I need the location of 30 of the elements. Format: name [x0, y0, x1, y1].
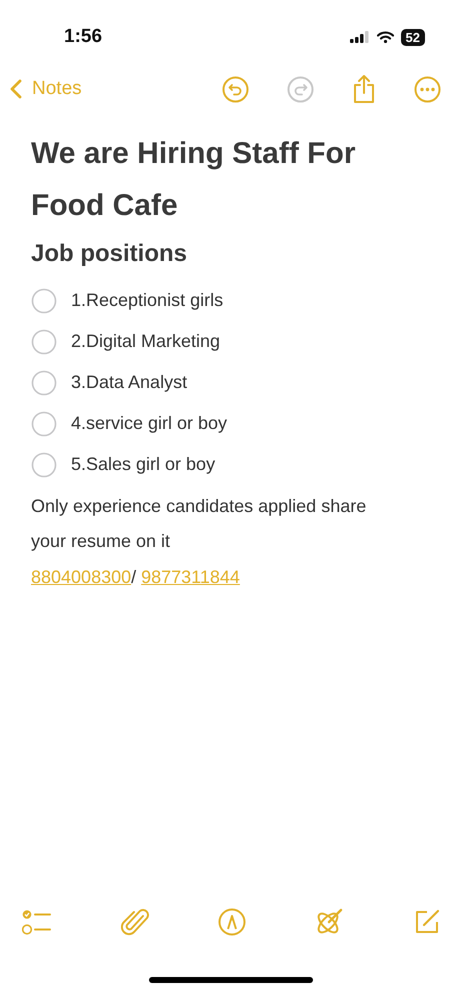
- battery-level: 52: [400, 28, 425, 46]
- back-button[interactable]: Notes: [10, 78, 82, 100]
- note-heading: Job positions: [31, 239, 188, 269]
- note-title: We are Hiring Staff For Food Cafe: [31, 136, 356, 224]
- checklist-item: 5.Sales girl or boy: [71, 454, 216, 475]
- undo-icon[interactable]: [222, 76, 249, 102]
- phone-link[interactable]: 8804008300: [31, 559, 132, 595]
- home-indicator[interactable]: [148, 977, 312, 983]
- pen-icon[interactable]: [218, 908, 246, 936]
- checkbox-circle[interactable]: [31, 452, 57, 478]
- separator-text: /: [131, 566, 136, 589]
- compose-icon[interactable]: [413, 908, 441, 936]
- wifi-icon: [376, 31, 394, 43]
- checkbox-circle[interactable]: [31, 410, 57, 436]
- checkbox-circle[interactable]: [31, 328, 57, 354]
- phone-link[interactable]: 9877311844: [141, 559, 240, 595]
- checklist-icon[interactable]: [22, 909, 52, 935]
- status-time: 1:56: [64, 26, 102, 48]
- checkbox-circle[interactable]: [31, 288, 57, 314]
- chevron-icon[interactable]: [10, 79, 22, 99]
- note-paragraph: Only experience candidates applied share your resume on it: [31, 495, 368, 553]
- paperclip-icon[interactable]: [120, 907, 149, 937]
- checklist-item: 4.service girl or boy: [71, 413, 228, 434]
- checklist-item: 2.Digital Marketing: [71, 331, 220, 352]
- signal-icon: [350, 31, 370, 43]
- checklist-item: 3.Data Analyst: [71, 372, 188, 393]
- checklist-item: 1.Receptionist girls: [71, 290, 224, 311]
- share-icon[interactable]: [352, 74, 376, 104]
- more-icon[interactable]: [414, 76, 441, 102]
- checkbox-circle[interactable]: [31, 370, 57, 396]
